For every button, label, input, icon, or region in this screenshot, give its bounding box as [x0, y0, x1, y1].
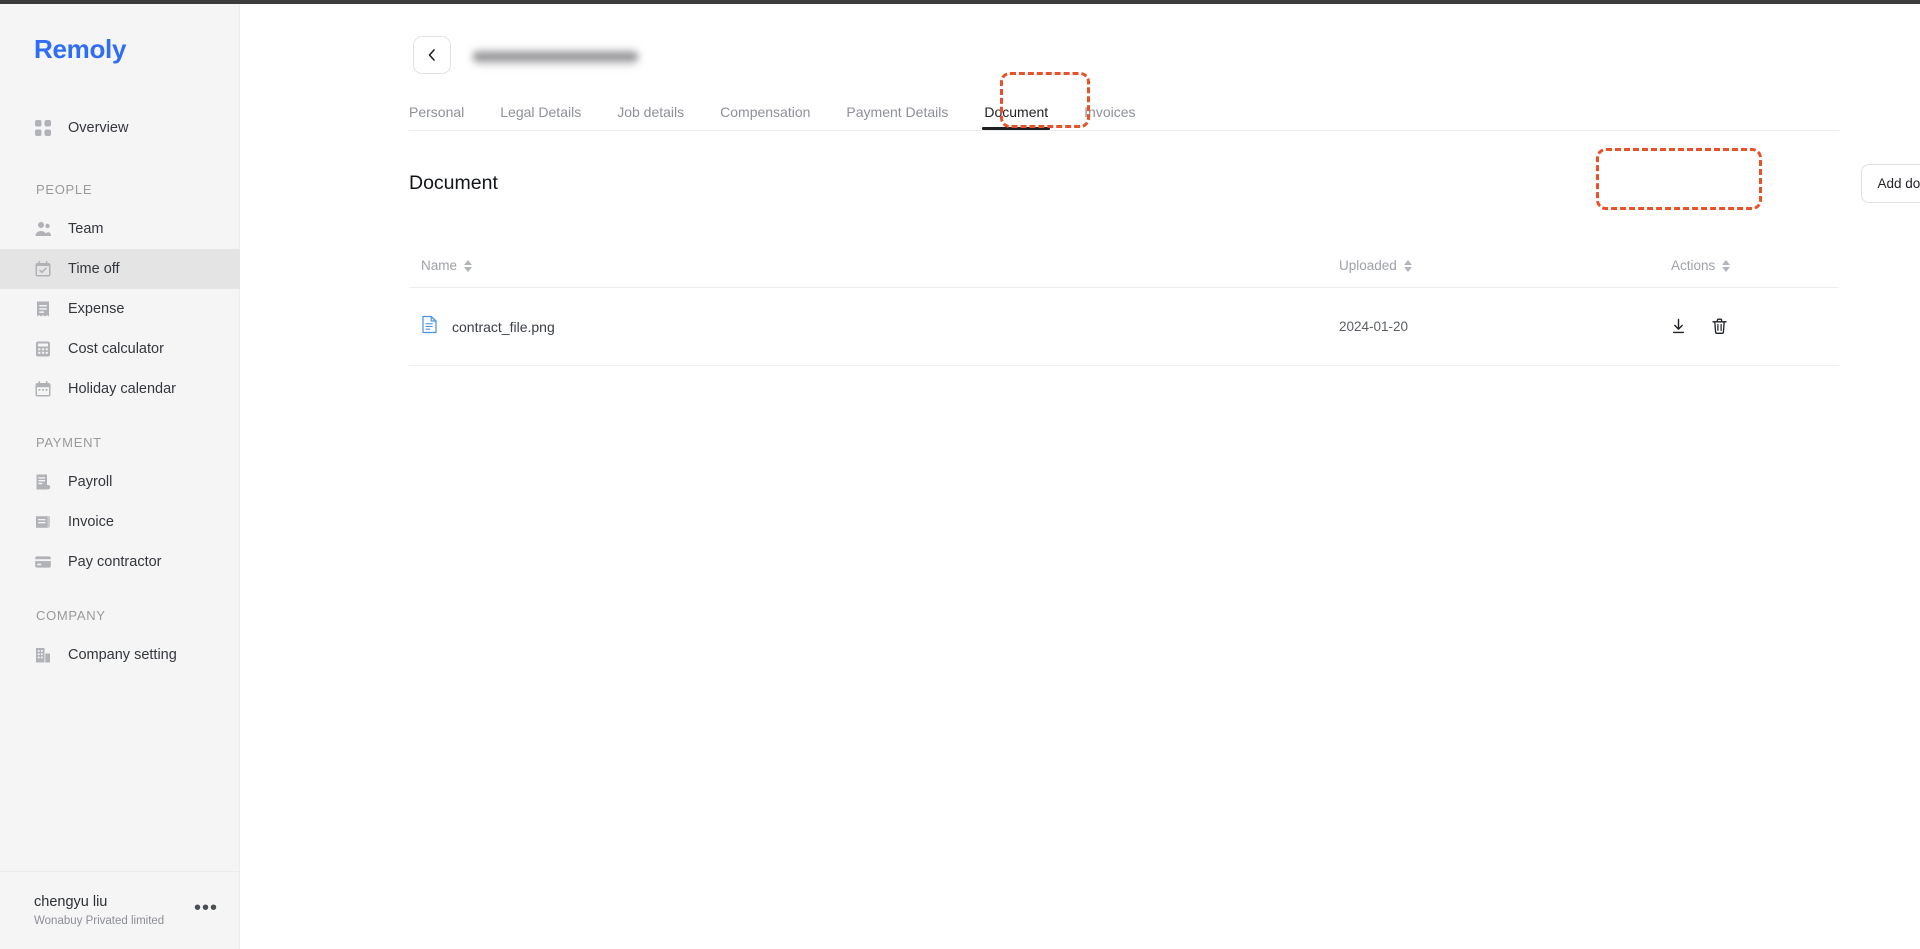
sidebar-item-pay-contractor[interactable]: Pay contractor [0, 542, 240, 582]
sidebar-item-time-off[interactable]: Time off [0, 249, 240, 289]
calendar-icon [34, 380, 52, 398]
sidebar-item-label: Company setting [68, 647, 177, 663]
page-title: Document [409, 172, 498, 194]
tab-payment-details[interactable]: Payment Details [846, 104, 948, 130]
brand-logo[interactable]: Remoly [34, 34, 126, 65]
sidebar-item-label: Cost calculator [68, 341, 164, 357]
grid-icon [34, 119, 52, 137]
sidebar-item-company-setting[interactable]: Company setting [0, 635, 240, 675]
sidebar-item-invoice[interactable]: Invoice [0, 502, 240, 542]
documents-table: Name Uploaded Actions contract_file.png … [409, 244, 1839, 366]
table-row[interactable]: contract_file.png 2024-01-20 [409, 288, 1839, 366]
tab-invoices[interactable]: Invoices [1084, 104, 1135, 130]
receipt-icon [34, 300, 52, 318]
tab-bar: Personal Legal Details Job details Compe… [241, 92, 1920, 130]
ellipsis-icon[interactable]: ••• [194, 898, 218, 919]
sidebar-item-label: Holiday calendar [68, 381, 177, 397]
sidebar-item-overview[interactable]: Overview [0, 108, 240, 148]
table-header-row: Name Uploaded Actions [409, 244, 1839, 288]
sidebar-item-label: Payroll [68, 474, 113, 490]
sidebar-user-footer[interactable]: chengyu liu Wonabuy Privated limited ••• [0, 871, 240, 949]
tab-document[interactable]: Document [982, 104, 1050, 130]
trash-icon[interactable] [1710, 317, 1729, 336]
cell-name: contract_file.png [409, 315, 1339, 339]
sidebar-item-label: Invoice [68, 514, 114, 530]
tab-personal[interactable]: Personal [409, 104, 464, 130]
download-icon[interactable] [1669, 317, 1688, 336]
cell-uploaded: 2024-01-20 [1339, 319, 1569, 334]
sidebar-item-label: Overview [68, 120, 129, 136]
sidebar-item-payroll[interactable]: Payroll [0, 462, 240, 502]
sort-icon[interactable] [1403, 259, 1412, 272]
sidebar-item-team[interactable]: Team [0, 209, 240, 249]
column-label: Name [421, 258, 458, 273]
employee-name-redacted [473, 46, 638, 68]
sidebar: Remoly Overview PEOPLE Team Time off Exp… [0, 4, 240, 949]
tab-legal-details[interactable]: Legal Details [500, 104, 581, 130]
back-button[interactable] [413, 36, 451, 74]
column-label: Uploaded [1339, 258, 1397, 273]
sidebar-item-expense[interactable]: Expense [0, 289, 240, 329]
tab-bar-divider [409, 130, 1839, 131]
sort-icon[interactable] [1722, 259, 1731, 272]
sidebar-item-label: Team [68, 221, 104, 237]
sidebar-item-label: Expense [68, 301, 125, 317]
people-icon [34, 220, 52, 238]
sidebar-item-holiday-calendar[interactable]: Holiday calendar [0, 369, 240, 409]
sidebar-item-label: Pay contractor [68, 554, 162, 570]
invoice-icon [34, 513, 52, 531]
card-icon [34, 553, 52, 571]
table-header-actions[interactable]: Actions [1569, 258, 1839, 273]
main-content: Personal Legal Details Job details Compe… [241, 4, 1920, 949]
column-label: Actions [1671, 258, 1716, 273]
user-info: chengyu liu Wonabuy Privated limited [34, 893, 194, 929]
calendar-check-icon [34, 260, 52, 278]
sidebar-section-company: COMPANY [36, 608, 106, 623]
app-root: Remoly Overview PEOPLE Team Time off Exp… [0, 0, 1920, 949]
sidebar-item-cost-calculator[interactable]: Cost calculator [0, 329, 240, 369]
sidebar-section-people: PEOPLE [36, 182, 93, 197]
add-document-button[interactable]: Add document [1861, 164, 1920, 203]
sidebar-item-label: Time off [68, 261, 120, 277]
cell-actions [1569, 317, 1839, 336]
file-document-icon [421, 315, 438, 339]
uploaded-date: 2024-01-20 [1339, 319, 1409, 334]
user-name: chengyu liu [34, 893, 108, 910]
sidebar-section-payment: PAYMENT [36, 435, 102, 450]
calculator-icon [34, 340, 52, 358]
sort-icon[interactable] [464, 259, 473, 272]
table-header-uploaded[interactable]: Uploaded [1339, 258, 1569, 273]
table-header-name[interactable]: Name [409, 258, 1339, 273]
file-name: contract_file.png [452, 318, 555, 335]
payroll-icon [34, 473, 52, 491]
chevron-left-icon [425, 48, 439, 62]
tab-compensation[interactable]: Compensation [720, 104, 810, 130]
user-organization: Wonabuy Privated limited [34, 914, 165, 927]
sidebar-nav: Overview PEOPLE Team Time off Expense Co… [0, 108, 240, 675]
tab-job-details[interactable]: Job details [617, 104, 684, 130]
building-icon [34, 646, 52, 664]
